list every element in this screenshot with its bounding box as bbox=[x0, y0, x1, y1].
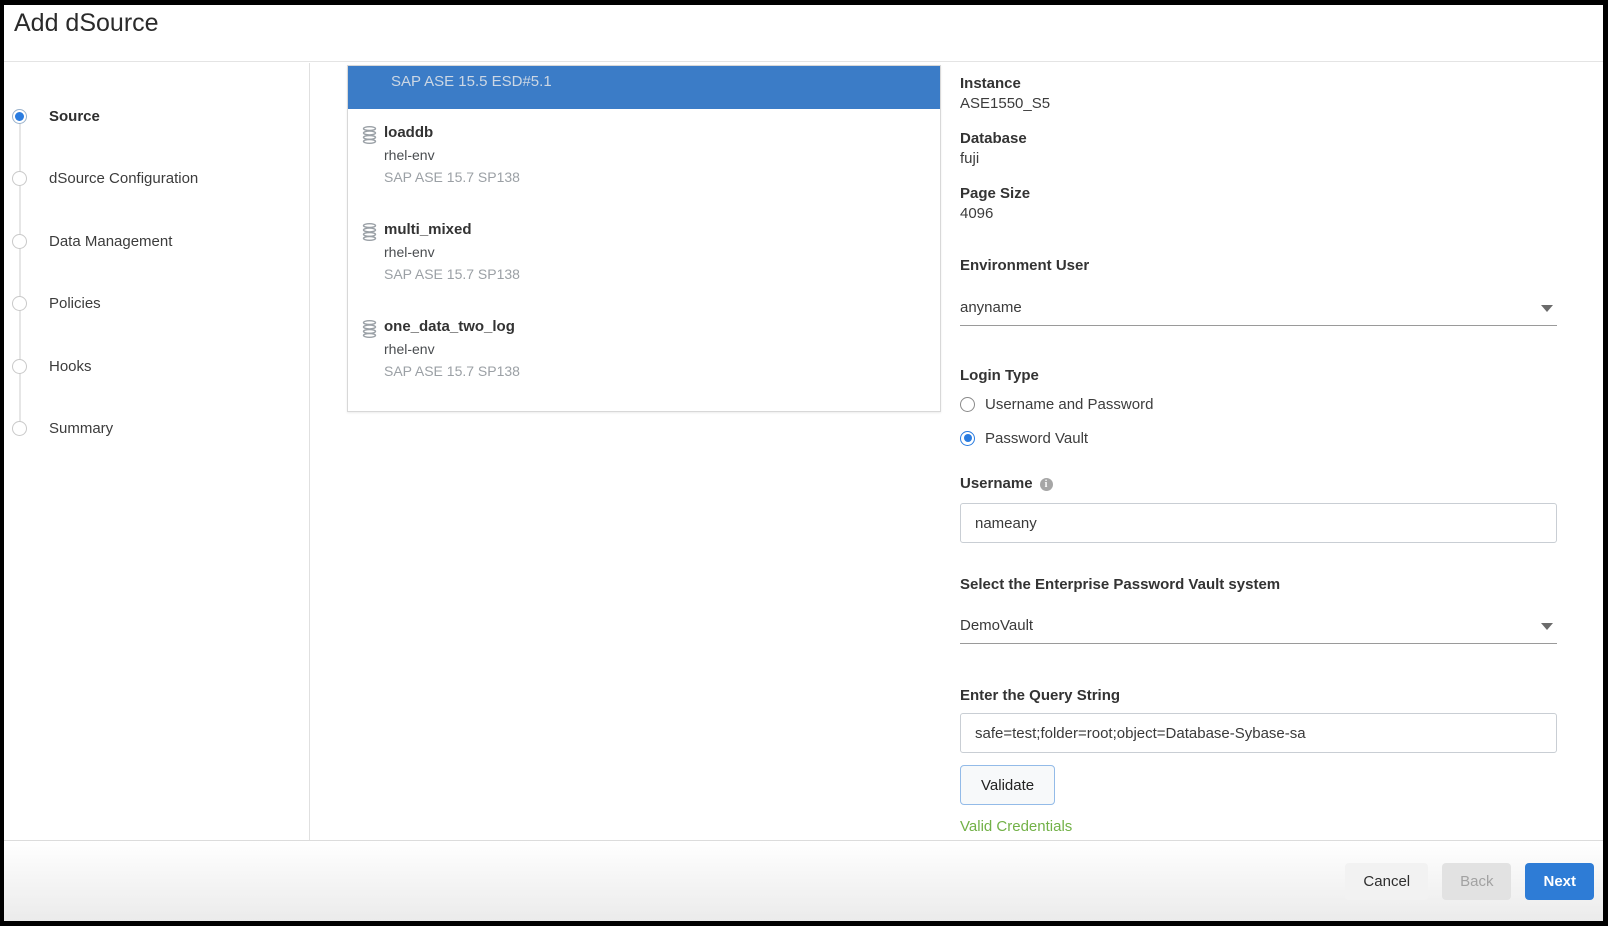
step-radio-icon bbox=[12, 359, 27, 374]
step-radio-icon bbox=[12, 421, 27, 436]
page-title: Add dSource bbox=[14, 9, 159, 38]
chevron-down-icon bbox=[1541, 623, 1553, 630]
stepper-step-source[interactable]: Source bbox=[12, 106, 100, 126]
step-label: Hooks bbox=[49, 358, 92, 375]
wizard-stepper: Source dSource Configuration Data Manage… bbox=[4, 63, 310, 840]
database-version: SAP ASE 15.7 SP138 bbox=[384, 360, 520, 382]
add-dsource-dialog: Add dSource Source dSource Configuration… bbox=[4, 5, 1603, 921]
instance-value: ASE1550_S5 bbox=[960, 94, 1557, 114]
page-size-value: 4096 bbox=[960, 204, 1557, 224]
database-label: Database bbox=[960, 129, 1557, 149]
stepper-step-dsource-configuration[interactable]: dSource Configuration bbox=[12, 168, 198, 188]
database-name: multi_mixed bbox=[384, 219, 520, 241]
login-type-option-username-password[interactable]: Username and Password bbox=[960, 394, 1557, 414]
environment-user-label: Environment User bbox=[960, 256, 1557, 276]
database-icon bbox=[362, 316, 384, 382]
step-radio-icon bbox=[12, 109, 27, 124]
step-radio-icon bbox=[12, 296, 27, 311]
info-icon[interactable]: i bbox=[1040, 478, 1053, 491]
stepper-step-hooks[interactable]: Hooks bbox=[12, 356, 92, 376]
stepper-step-data-management[interactable]: Data Management bbox=[12, 231, 172, 251]
database-version: SAP ASE 15.7 SP138 bbox=[384, 166, 520, 188]
step-radio-icon bbox=[12, 234, 27, 249]
database-environment: rhel-env bbox=[384, 144, 520, 166]
chevron-down-icon bbox=[1541, 305, 1553, 312]
database-value: fuji bbox=[960, 149, 1557, 169]
radio-option-label: Password Vault bbox=[985, 430, 1088, 447]
vault-selected-value: DemoVault bbox=[960, 616, 1033, 636]
dialog-header: Add dSource bbox=[4, 5, 1603, 62]
login-type-label: Login Type bbox=[960, 366, 1557, 386]
username-input[interactable] bbox=[960, 503, 1557, 543]
database-name: one_data_two_log bbox=[384, 316, 520, 338]
validation-status-message: Valid Credentials bbox=[960, 817, 1557, 837]
radio-unchecked-icon bbox=[960, 397, 975, 412]
vault-system-label: Select the Enterprise Password Vault sys… bbox=[960, 575, 1557, 595]
validate-button[interactable]: Validate bbox=[960, 765, 1055, 805]
query-string-label: Enter the Query String bbox=[960, 686, 1557, 706]
database-environment: rhel-env bbox=[384, 241, 520, 263]
dialog-footer: Cancel Back Next bbox=[4, 840, 1603, 921]
database-version: SAP ASE 15.7 SP138 bbox=[384, 263, 520, 285]
source-list-panel: SAP ASE 15.5 ESD#5.1 loaddb rhel-env SAP… bbox=[347, 65, 941, 412]
database-icon bbox=[362, 122, 384, 188]
environment-user-selected-value: anyname bbox=[960, 298, 1022, 318]
database-icon bbox=[362, 219, 384, 285]
dialog-content: Source dSource Configuration Data Manage… bbox=[4, 63, 1603, 840]
stepper-connector-line bbox=[19, 118, 21, 428]
step-label: Data Management bbox=[49, 233, 172, 250]
step-label: Summary bbox=[49, 420, 113, 437]
step-label: Policies bbox=[49, 295, 101, 312]
back-button[interactable]: Back bbox=[1442, 863, 1511, 900]
source-details-form: Instance ASE1550_S5 Database fuji Page S… bbox=[960, 74, 1557, 837]
stepper-step-policies[interactable]: Policies bbox=[12, 293, 101, 313]
query-string-input[interactable] bbox=[960, 713, 1557, 753]
environment-user-select[interactable]: anyname bbox=[960, 298, 1557, 326]
username-label: Username bbox=[960, 474, 1033, 494]
source-list-item-one-data-two-log[interactable]: one_data_two_log rhel-env SAP ASE 15.7 S… bbox=[362, 316, 520, 382]
login-type-option-password-vault[interactable]: Password Vault bbox=[960, 428, 1557, 448]
database-name: loaddb bbox=[384, 122, 520, 144]
radio-checked-icon bbox=[960, 431, 975, 446]
selected-source-label: SAP ASE 15.5 ESD#5.1 bbox=[391, 73, 552, 90]
cancel-button[interactable]: Cancel bbox=[1345, 863, 1428, 900]
next-button[interactable]: Next bbox=[1525, 863, 1594, 900]
stepper-step-summary[interactable]: Summary bbox=[12, 418, 113, 438]
instance-label: Instance bbox=[960, 74, 1557, 94]
database-environment: rhel-env bbox=[384, 338, 520, 360]
radio-option-label: Username and Password bbox=[985, 396, 1153, 413]
source-list-item-loaddb[interactable]: loaddb rhel-env SAP ASE 15.7 SP138 bbox=[362, 122, 520, 188]
step-radio-icon bbox=[12, 171, 27, 186]
step-label: dSource Configuration bbox=[49, 170, 198, 187]
source-list-item-multi-mixed[interactable]: multi_mixed rhel-env SAP ASE 15.7 SP138 bbox=[362, 219, 520, 285]
page-size-label: Page Size bbox=[960, 184, 1557, 204]
vault-system-select[interactable]: DemoVault bbox=[960, 616, 1557, 644]
step-label: Source bbox=[49, 108, 100, 125]
source-list-selected-item[interactable]: SAP ASE 15.5 ESD#5.1 bbox=[348, 66, 940, 109]
